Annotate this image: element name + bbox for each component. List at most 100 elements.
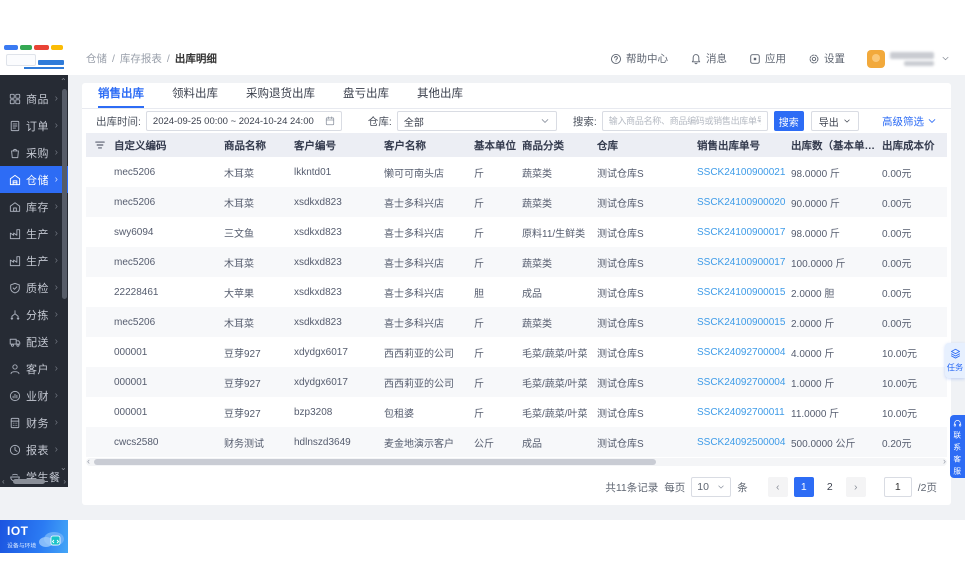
sidebar-item-label: 订单 (26, 120, 49, 133)
sidebar-vertical-scrollbar[interactable]: ⌃ ⌄ (60, 78, 67, 472)
tab[interactable]: 领料出库 (172, 85, 218, 108)
cell-order-no[interactable]: SSCK24092500004 (693, 437, 787, 448)
row-handle (94, 376, 106, 388)
cell-custom-code: mec5206 (114, 256, 156, 268)
cell-order-no[interactable]: SSCK24100900017 (693, 227, 787, 238)
apps-icon (749, 53, 761, 65)
page-size-select[interactable]: 10 (691, 477, 732, 497)
scroll-up-icon[interactable]: ⌃ (60, 78, 67, 86)
cell-category: 蔬菜类 (522, 258, 552, 270)
sidebar-item[interactable]: 客户 › (0, 355, 68, 382)
tab[interactable]: 销售出库 (98, 85, 144, 108)
search-button[interactable]: 搜索 (773, 111, 804, 131)
sidebar-horizontal-scrollbar[interactable]: ‹ › (0, 477, 68, 486)
sidebar-item[interactable]: 分拣 › (0, 301, 68, 328)
sidebar-item[interactable]: 财务 › (0, 409, 68, 436)
purchase-icon (9, 147, 21, 159)
content-area: 销售出库 领料出库 采购退货出库 盘亏出库 其他出库 出库时间: 2024-09-25 … (68, 75, 965, 520)
sidebar-item[interactable]: 商品 › (0, 85, 68, 112)
sidebar-item[interactable]: 仓储 › (0, 166, 68, 193)
table-horizontal-scrollbar[interactable]: ‹ › (86, 456, 947, 466)
breadcrumb-item[interactable]: 仓储 (86, 51, 107, 66)
quality-icon (9, 282, 21, 294)
warehouse-filter-label: 仓库: (367, 115, 392, 128)
scroll-left-icon[interactable]: ‹ (2, 477, 5, 486)
search-input[interactable] (601, 111, 768, 131)
tab[interactable]: 其他出库 (417, 85, 463, 108)
layers-icon (950, 348, 961, 359)
avatar[interactable] (867, 49, 885, 68)
chevron-right-icon: › (54, 444, 58, 455)
sidebar-item[interactable]: 采购 › (0, 139, 68, 166)
header-menu-item[interactable]: 设置 (808, 51, 845, 66)
date-range-input[interactable]: 2024-09-25 00:00 ~ 2024-10-24 24:00 (145, 111, 342, 131)
cell-order-no[interactable]: SSCK24092700004 (693, 377, 787, 388)
scroll-down-icon[interactable]: ⌄ (60, 464, 67, 472)
column-settings-icon[interactable] (94, 139, 106, 151)
tab[interactable]: 采购退货出库 (246, 85, 315, 108)
column-header: 出库成本价 (882, 139, 935, 152)
sidebar-item[interactable]: 报表 › (0, 436, 68, 463)
chevron-right-icon: › (54, 282, 58, 293)
scroll-right-icon[interactable]: › (943, 456, 946, 466)
cell-order-no[interactable]: SSCK24092700004 (693, 347, 787, 358)
cell-order-no[interactable]: SSCK24100900015 (693, 287, 787, 298)
chevron-down-icon[interactable] (941, 54, 950, 63)
iot-widget[interactable]: IOT 设备与环境 (0, 520, 68, 553)
cell-unit: 斤 (474, 318, 484, 330)
cell-order-no[interactable]: SSCK24100900021 (693, 167, 787, 178)
export-button[interactable]: 导出 (810, 111, 859, 131)
row-handle (94, 436, 106, 448)
support-float-button[interactable]: 联系客服 (950, 415, 965, 478)
scroll-left-icon[interactable]: ‹ (87, 456, 90, 466)
cell-order-no[interactable]: SSCK24100900020 (693, 197, 787, 208)
sidebar-nav: 商品 › 订单 › 采购 › 仓储 › 库存 › 生产 › 生产 › 质检 › 分拣 › 配送 › 客户 › 业财 › 财务 › 报… (0, 85, 68, 490)
account-menu[interactable] (867, 49, 950, 68)
cell-cost: 0.00元 (882, 288, 912, 300)
tasks-float-button[interactable]: 任务 (945, 343, 965, 378)
sidebar-item[interactable]: 库存 › (0, 193, 68, 220)
warehouse-icon (9, 174, 21, 186)
column-header: 商品分类 (522, 139, 564, 152)
scrollbar-thumb[interactable] (94, 459, 656, 465)
advanced-filter-toggle[interactable]: 高级筛选 (882, 114, 937, 129)
page-number-button[interactable]: 1 (793, 477, 814, 497)
sidebar-item[interactable]: 订单 › (0, 112, 68, 139)
cell-order-no[interactable]: SSCK24100900015 (693, 317, 787, 328)
breadcrumb-separator: / (112, 52, 115, 65)
header-menu-item[interactable]: 应用 (749, 51, 786, 66)
column-header: 自定义编码 (114, 139, 167, 152)
logo-bars (4, 45, 66, 50)
scrollbar-thumb[interactable] (13, 479, 45, 484)
page-jump-input[interactable] (883, 477, 912, 497)
row-handle (94, 256, 106, 268)
breadcrumb-item[interactable]: 库存报表 (120, 51, 162, 66)
header-menu-label: 帮助中心 (626, 53, 668, 65)
page-number-button[interactable]: 2 (819, 477, 840, 497)
sidebar-item[interactable]: 生产 › (0, 247, 68, 274)
cell-order-no[interactable]: SSCK24100900017 (693, 257, 787, 268)
cell-product-name: 木耳菜 (224, 318, 254, 330)
sidebar-item[interactable]: 业财 › (0, 382, 68, 409)
cell-product-name: 大苹果 (224, 288, 254, 300)
chevron-down-icon (843, 117, 851, 125)
scrollbar-thumb[interactable] (62, 89, 67, 299)
cell-order-no[interactable]: SSCK24092700011 (693, 407, 787, 418)
header-menu-item[interactable]: 帮助中心 (610, 51, 668, 66)
cell-cost: 0.00元 (882, 318, 912, 330)
page-size-value: 10 (697, 481, 709, 493)
sidebar-item[interactable]: 质检 › (0, 274, 68, 301)
sidebar-item[interactable]: 配送 › (0, 328, 68, 355)
next-page-button[interactable]: › (845, 477, 866, 497)
prev-page-button[interactable]: ‹ (767, 477, 788, 497)
page-numbers: 12 (793, 477, 840, 497)
sidebar-item[interactable]: 生产 › (0, 220, 68, 247)
warehouse-select[interactable]: 全部 (396, 111, 557, 131)
header-menu-item[interactable]: 消息 (690, 51, 727, 66)
tab[interactable]: 盘亏出库 (343, 85, 389, 108)
chevron-right-icon: › (54, 336, 58, 347)
cell-cost: 10.00元 (882, 378, 918, 390)
scroll-right-icon[interactable]: › (63, 477, 66, 486)
gear-icon (808, 53, 820, 65)
sidebar-item[interactable]: 学生餐 › (0, 463, 68, 490)
